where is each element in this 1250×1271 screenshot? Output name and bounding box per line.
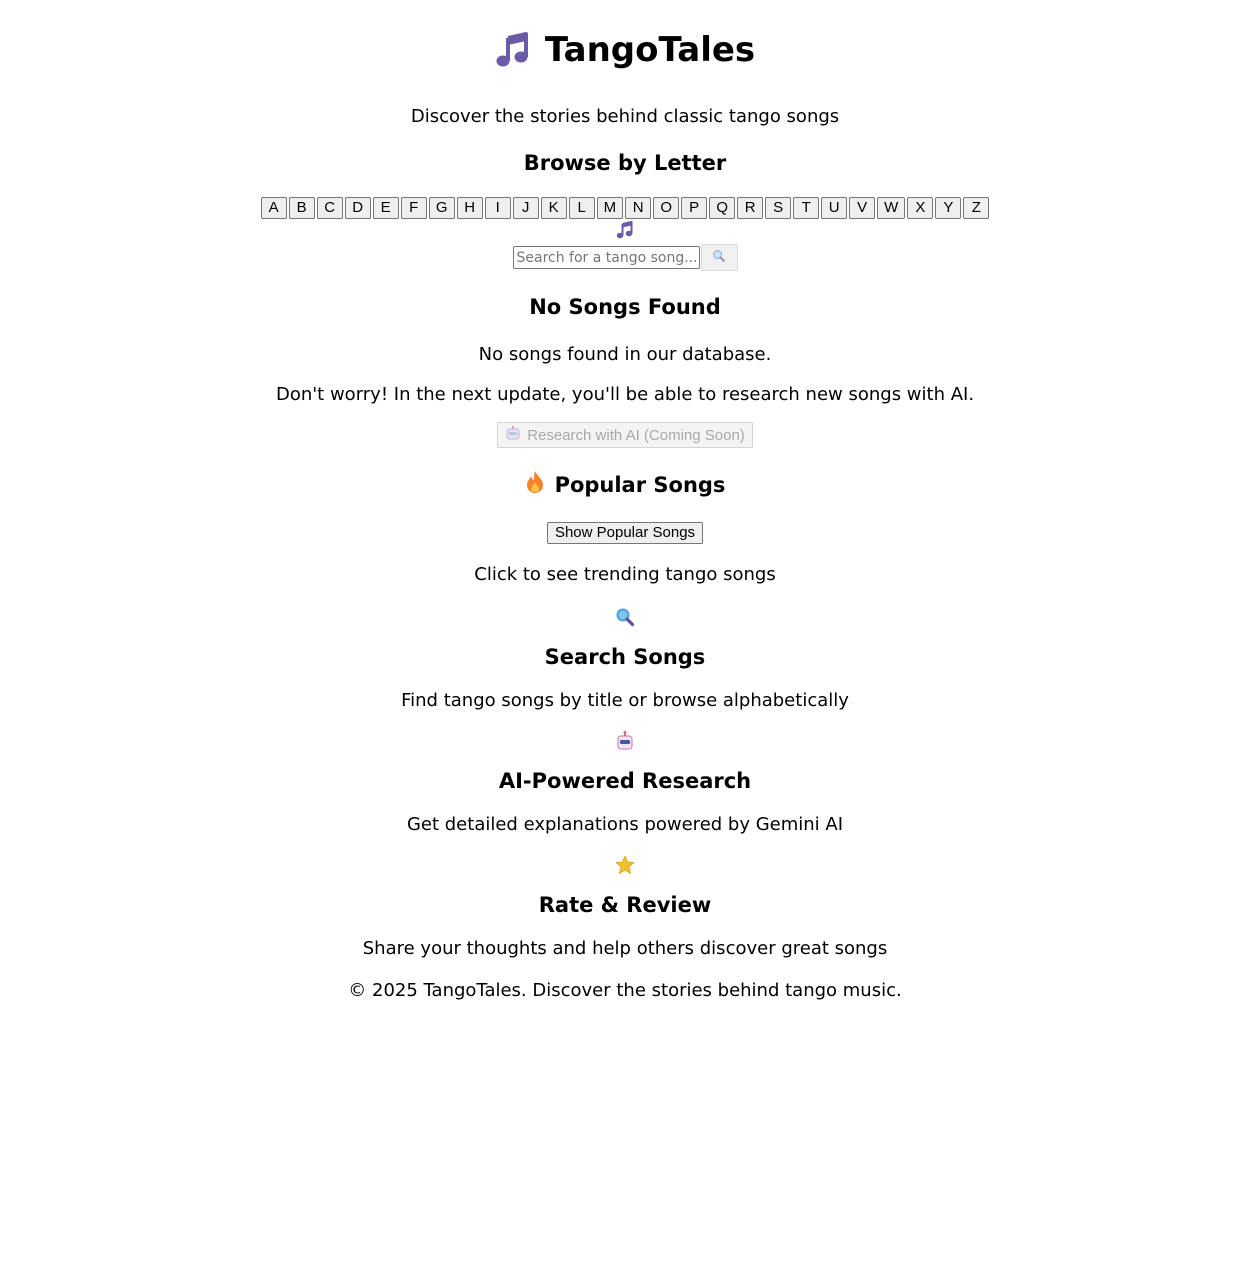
letter-button-m[interactable]: M [596, 197, 624, 219]
site-subtitle: Discover the stories behind classic tang… [410, 106, 840, 127]
letter-button-g[interactable]: G [428, 197, 455, 219]
feature-desc-search: Find tango songs by title or browse alph… [401, 690, 849, 711]
feature-title-ai: AI-Powered Research [498, 769, 752, 793]
letter-button-z[interactable]: Z [963, 197, 990, 219]
star-icon [0, 854, 1250, 876]
magnifier-icon [712, 249, 726, 266]
letter-button-u[interactable]: U [821, 197, 848, 219]
feature-desc-rate: Share your thoughts and help others disc… [362, 938, 888, 959]
research-ai-button[interactable]: Research with AI (Coming Soon) [497, 422, 753, 448]
letter-button-r[interactable]: R [737, 197, 764, 219]
popular-title-row: Popular Songs [0, 470, 1250, 500]
feature-desc-ai: Get detailed explanations powered by Gem… [406, 814, 844, 835]
letter-button-w[interactable]: W [877, 197, 906, 219]
fire-icon [525, 470, 545, 500]
letter-button-y[interactable]: Y [935, 197, 962, 219]
letter-button-j[interactable]: J [512, 197, 539, 219]
browse-title: Browse by Letter [523, 151, 727, 175]
letter-button-o[interactable]: O [653, 197, 680, 219]
robot-icon [0, 730, 1250, 752]
popular-title: Popular Songs [554, 473, 726, 497]
letter-bar: ABCDEFGHIJKLMNOPQRSTUVWXYZ [0, 197, 1250, 219]
letter-button-q[interactable]: Q [709, 197, 736, 219]
feature-title-search: Search Songs [544, 645, 706, 669]
show-popular-button[interactable]: Show Popular Songs [546, 522, 704, 544]
letter-button-x[interactable]: X [907, 197, 934, 219]
search-button[interactable] [700, 244, 738, 271]
letter-button-d[interactable]: D [344, 197, 371, 219]
letter-button-s[interactable]: S [765, 197, 792, 219]
no-songs-title: No Songs Found [529, 295, 721, 319]
letter-button-c[interactable]: C [316, 197, 343, 219]
letter-button-v[interactable]: V [849, 197, 876, 219]
robot-icon [505, 426, 521, 444]
page: TangoTales Discover the stories behind c… [0, 0, 1250, 1002]
research-ai-label: Research with AI (Coming Soon) [527, 426, 745, 444]
letter-button-l[interactable]: L [568, 197, 595, 219]
letter-button-k[interactable]: K [540, 197, 567, 219]
search-input[interactable] [512, 246, 700, 269]
no-songs-hint: Don't worry! In the next update, you'll … [275, 384, 975, 405]
magnifier-icon [0, 606, 1250, 628]
feature-title-rate: Rate & Review [538, 893, 712, 917]
letter-button-e[interactable]: E [372, 197, 399, 219]
popular-description: Click to see trending tango songs [474, 564, 776, 585]
site-header: TangoTales [0, 28, 1250, 72]
footer-text: © 2025 TangoTales. Discover the stories … [348, 980, 902, 1001]
site-title: TangoTales [544, 30, 756, 70]
letter-button-f[interactable]: F [400, 197, 427, 219]
letter-button-n[interactable]: N [625, 197, 652, 219]
musical-notes-icon [0, 221, 1250, 241]
letter-button-i[interactable]: I [484, 197, 511, 219]
letter-button-h[interactable]: H [456, 197, 483, 219]
letter-button-b[interactable]: B [288, 197, 315, 219]
letter-button-a[interactable]: A [260, 197, 287, 219]
letter-button-t[interactable]: T [793, 197, 820, 219]
musical-notes-icon [495, 32, 531, 68]
letter-button-p[interactable]: P [681, 197, 708, 219]
no-songs-message: No songs found in our database. [478, 344, 772, 365]
search-bar [0, 244, 1250, 271]
